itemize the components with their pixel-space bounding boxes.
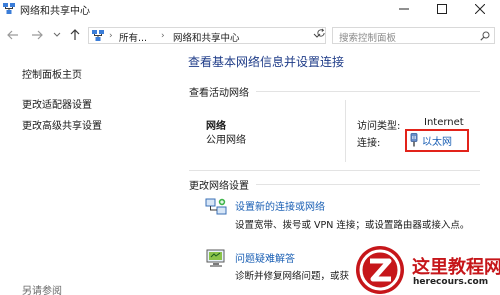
troubleshoot-link[interactable]: 问题疑难解答 (235, 250, 295, 265)
breadcrumb-current[interactable]: 网络和共享中心 (173, 30, 240, 44)
left-pane (0, 50, 178, 295)
setup-connection-link[interactable]: 设置新的连接或网络 (235, 198, 325, 213)
back-button[interactable] (6, 28, 20, 42)
watermark-logo (356, 246, 404, 294)
close-icon (475, 4, 485, 14)
recent-locations-button[interactable] (50, 28, 64, 42)
breadcrumb-root[interactable]: 所有... (119, 30, 147, 44)
ethernet-connection-link[interactable]: 以太网 (422, 133, 452, 148)
column-divider (345, 100, 346, 162)
search-placeholder: 搜索控制面板 (339, 33, 397, 44)
breadcrumb-separator: › (109, 31, 113, 41)
search-input[interactable]: 搜索控制面板 (332, 27, 495, 44)
access-type-value: Internet (424, 117, 464, 128)
arrow-left-icon (7, 30, 18, 40)
section-divider (256, 184, 480, 185)
sidebar-item-adapter-settings[interactable]: 更改适配器设置 (22, 96, 92, 111)
up-button[interactable] (68, 28, 82, 42)
section-divider (256, 91, 480, 92)
network-category: 公用网络 (206, 135, 246, 146)
navigation-bar: › 所有... › 网络和共享中心 搜索控制面板 (0, 24, 500, 46)
sidebar-item-control-panel-home[interactable]: 控制面板主页 (22, 66, 82, 81)
watermark-url: herecours.com (413, 277, 489, 287)
setup-connection-description: 设置宽带、拨号或 VPN 连接；或设置路由器或接入点。 (235, 220, 470, 231)
network-name: 网络 (206, 121, 226, 132)
maximize-icon (437, 4, 447, 14)
change-settings-label: 更改网络设置 (189, 181, 249, 192)
maximize-button[interactable] (422, 0, 462, 18)
watermark-title: 这里教程网 (412, 257, 500, 278)
access-type-label: 访问类型: (357, 121, 401, 132)
close-button[interactable] (460, 0, 500, 18)
arrow-right-icon (32, 30, 43, 40)
forward-button[interactable] (30, 28, 44, 42)
page-title: 查看基本网络信息并设置连接 (188, 55, 345, 69)
new-connection-icon (205, 198, 227, 215)
troubleshoot-icon (206, 249, 225, 267)
section-divider (189, 170, 480, 171)
minimize-button[interactable] (384, 0, 424, 18)
address-bar[interactable]: › 所有... › 网络和共享中心 (88, 27, 326, 44)
active-networks-label: 查看活动网络 (189, 88, 249, 99)
breadcrumb-separator: › (161, 31, 165, 41)
title-bar: 网络和共享中心 (0, 0, 500, 18)
connections-label: 连接: (357, 138, 381, 149)
chevron-down-icon (53, 32, 61, 37)
troubleshoot-description: 诊断并修复网络问题，或获 (235, 271, 350, 282)
network-center-icon (92, 30, 104, 41)
network-center-icon (3, 3, 15, 14)
sidebar-item-advanced-sharing[interactable]: 更改高级共享设置 (22, 117, 102, 132)
see-also-label: 另请参阅 (22, 286, 62, 295)
minimize-icon (399, 8, 409, 10)
search-icon[interactable] (480, 31, 490, 41)
window-title: 网络和共享中心 (20, 6, 90, 17)
arrow-up-icon (70, 29, 80, 40)
ethernet-icon (410, 133, 418, 147)
refresh-icon[interactable] (316, 28, 326, 38)
